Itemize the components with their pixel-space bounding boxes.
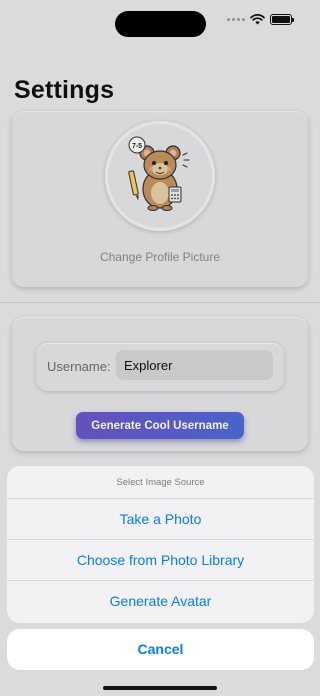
cancel-button[interactable]: Cancel	[7, 629, 314, 670]
action-sheet: Select Image Source Take a Photo Choose …	[7, 466, 314, 623]
photo-library-option[interactable]: Choose from Photo Library	[7, 540, 314, 581]
home-indicator[interactable]	[103, 686, 217, 690]
take-photo-option[interactable]: Take a Photo	[7, 499, 314, 540]
action-sheet-title: Select Image Source	[7, 466, 314, 499]
generate-avatar-option[interactable]: Generate Avatar	[7, 581, 314, 622]
